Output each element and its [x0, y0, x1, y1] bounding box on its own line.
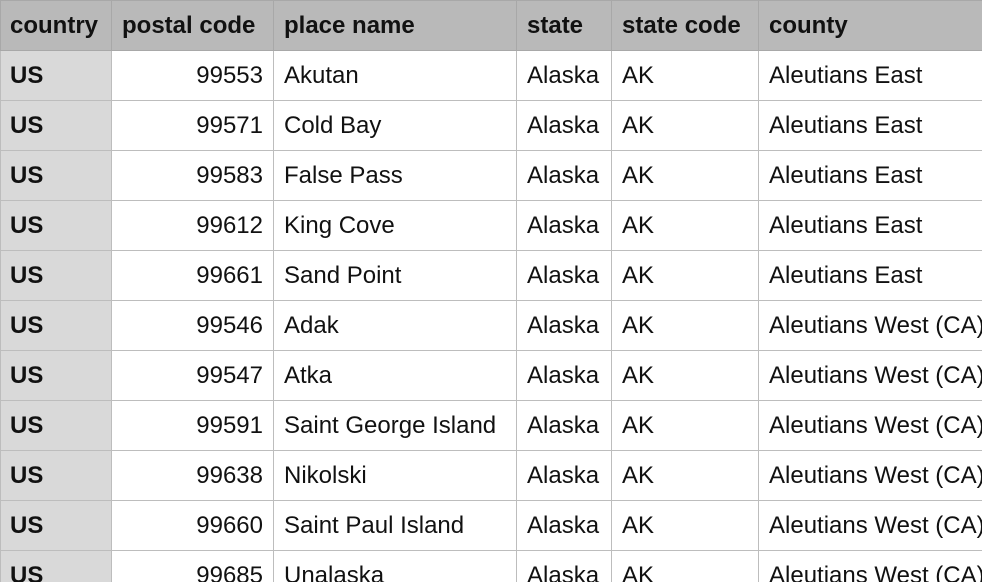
column-header-state[interactable]: state	[516, 0, 612, 51]
table-row[interactable]: US 99583 False Pass Alaska AK Aleutians East	[0, 150, 982, 201]
spreadsheet-view: country postal code place name state sta…	[0, 0, 982, 582]
cell-postal-code[interactable]: 99583	[111, 150, 274, 201]
cell-state[interactable]: Alaska	[516, 350, 612, 401]
cell-postal-code[interactable]: 99685	[111, 550, 274, 582]
cell-county[interactable]: Aleutians East	[758, 200, 982, 251]
cell-country[interactable]: US	[0, 50, 112, 101]
cell-state-code[interactable]: AK	[611, 100, 759, 151]
cell-postal-code[interactable]: 99547	[111, 350, 274, 401]
cell-state-code[interactable]: AK	[611, 150, 759, 201]
cell-postal-code[interactable]: 99660	[111, 500, 274, 551]
table-row[interactable]: US 99546 Adak Alaska AK Aleutians West (CA)	[0, 300, 982, 351]
cell-state[interactable]: Alaska	[516, 50, 612, 101]
cell-postal-code[interactable]: 99571	[111, 100, 274, 151]
cell-place-name[interactable]: Akutan	[273, 50, 517, 101]
data-table: country postal code place name state sta…	[0, 0, 982, 582]
cell-country[interactable]: US	[0, 250, 112, 301]
cell-county[interactable]: Aleutians West (CA)	[758, 300, 982, 351]
cell-state-code[interactable]: AK	[611, 300, 759, 351]
cell-county[interactable]: Aleutians West (CA)	[758, 350, 982, 401]
cell-county[interactable]: Aleutians West (CA)	[758, 450, 982, 501]
cell-state[interactable]: Alaska	[516, 550, 612, 582]
cell-place-name[interactable]: Cold Bay	[273, 100, 517, 151]
cell-county[interactable]: Aleutians West (CA)	[758, 550, 982, 582]
header-row: country postal code place name state sta…	[0, 0, 982, 51]
table-row[interactable]: US 99660 Saint Paul Island Alaska AK Aleutian…	[0, 500, 982, 551]
cell-country[interactable]: US	[0, 200, 112, 251]
cell-state-code[interactable]: AK	[611, 450, 759, 501]
table-row[interactable]: US 99591 Saint George Island Alaska AK Aleuti…	[0, 400, 982, 451]
cell-county[interactable]: Aleutians West (CA)	[758, 500, 982, 551]
table-row[interactable]: US 99612 King Cove Alaska AK Aleutians East	[0, 200, 982, 251]
table-row[interactable]: US 99553 Akutan Alaska AK Aleutians East	[0, 50, 982, 101]
cell-postal-code[interactable]: 99612	[111, 200, 274, 251]
table-row[interactable]: US 99685 Unalaska Alaska AK Aleutians West (C…	[0, 550, 982, 582]
cell-state[interactable]: Alaska	[516, 500, 612, 551]
cell-state[interactable]: Alaska	[516, 100, 612, 151]
cell-state[interactable]: Alaska	[516, 400, 612, 451]
column-header-country[interactable]: country	[0, 0, 112, 51]
cell-place-name[interactable]: Sand Point	[273, 250, 517, 301]
table-body: US 99553 Akutan Alaska AK Aleutians East US 995…	[0, 50, 982, 582]
cell-country[interactable]: US	[0, 300, 112, 351]
cell-place-name[interactable]: Nikolski	[273, 450, 517, 501]
column-header-state-code[interactable]: state code	[611, 0, 759, 51]
cell-state-code[interactable]: AK	[611, 250, 759, 301]
cell-postal-code[interactable]: 99553	[111, 50, 274, 101]
cell-country[interactable]: US	[0, 150, 112, 201]
cell-place-name[interactable]: Adak	[273, 300, 517, 351]
cell-place-name[interactable]: Saint George Island	[273, 400, 517, 451]
cell-state[interactable]: Alaska	[516, 250, 612, 301]
cell-place-name[interactable]: Unalaska	[273, 550, 517, 582]
cell-state-code[interactable]: AK	[611, 500, 759, 551]
cell-country[interactable]: US	[0, 450, 112, 501]
table-row[interactable]: US 99638 Nikolski Alaska AK Aleutians West (C…	[0, 450, 982, 501]
cell-state-code[interactable]: AK	[611, 400, 759, 451]
cell-county[interactable]: Aleutians East	[758, 250, 982, 301]
cell-state[interactable]: Alaska	[516, 200, 612, 251]
cell-postal-code[interactable]: 99638	[111, 450, 274, 501]
cell-place-name[interactable]: Saint Paul Island	[273, 500, 517, 551]
cell-county[interactable]: Aleutians East	[758, 150, 982, 201]
cell-county[interactable]: Aleutians East	[758, 50, 982, 101]
cell-state-code[interactable]: AK	[611, 350, 759, 401]
column-header-postal-code[interactable]: postal code	[111, 0, 274, 51]
cell-state[interactable]: Alaska	[516, 150, 612, 201]
cell-county[interactable]: Aleutians West (CA)	[758, 400, 982, 451]
table-row[interactable]: US 99547 Atka Alaska AK Aleutians West (CA)	[0, 350, 982, 401]
cell-country[interactable]: US	[0, 350, 112, 401]
cell-county[interactable]: Aleutians East	[758, 100, 982, 151]
table-row[interactable]: US 99661 Sand Point Alaska AK Aleutians East	[0, 250, 982, 301]
table-row[interactable]: US 99571 Cold Bay Alaska AK Aleutians East	[0, 100, 982, 151]
cell-state-code[interactable]: AK	[611, 200, 759, 251]
table-header: country postal code place name state sta…	[0, 0, 982, 51]
column-header-place-name[interactable]: place name	[273, 0, 517, 51]
cell-state-code[interactable]: AK	[611, 50, 759, 101]
cell-postal-code[interactable]: 99591	[111, 400, 274, 451]
cell-country[interactable]: US	[0, 400, 112, 451]
cell-postal-code[interactable]: 99661	[111, 250, 274, 301]
cell-country[interactable]: US	[0, 100, 112, 151]
cell-state[interactable]: Alaska	[516, 450, 612, 501]
column-header-county[interactable]: county	[758, 0, 982, 51]
cell-place-name[interactable]: False Pass	[273, 150, 517, 201]
cell-place-name[interactable]: Atka	[273, 350, 517, 401]
cell-country[interactable]: US	[0, 500, 112, 551]
cell-state[interactable]: Alaska	[516, 300, 612, 351]
cell-place-name[interactable]: King Cove	[273, 200, 517, 251]
cell-postal-code[interactable]: 99546	[111, 300, 274, 351]
cell-state-code[interactable]: AK	[611, 550, 759, 582]
cell-country[interactable]: US	[0, 550, 112, 582]
